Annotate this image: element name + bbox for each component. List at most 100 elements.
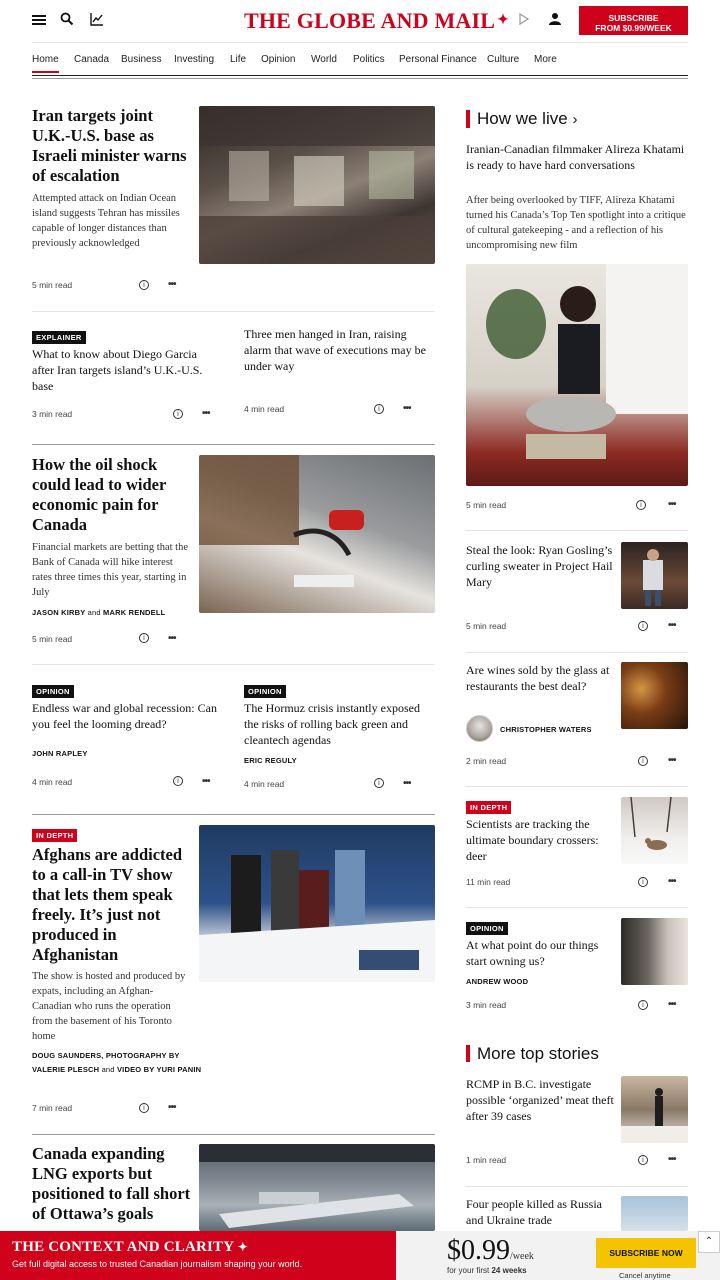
story-title[interactable]: What to know about Diego Garcia after Ir… <box>32 346 214 394</box>
read-time: 3 min read <box>466 1000 507 1010</box>
more-options-icon[interactable]: ••• <box>668 756 676 766</box>
nav-item-culture[interactable]: Culture <box>487 54 519 65</box>
info-icon[interactable]: i <box>374 404 384 414</box>
nav-item-opinion[interactable]: Opinion <box>261 54 295 65</box>
more-options-icon[interactable]: ••• <box>668 1000 676 1010</box>
chart-icon[interactable] <box>90 12 108 30</box>
more-options-icon[interactable]: ••• <box>668 500 676 510</box>
more-options-icon[interactable]: ••• <box>403 779 411 789</box>
more-options-icon[interactable]: ••• <box>403 404 411 414</box>
chevron-up-icon[interactable]: ⌃ <box>698 1231 720 1253</box>
info-icon[interactable]: i <box>173 409 183 419</box>
author-name[interactable]: CHRISTOPHER WATERS <box>500 723 592 737</box>
search-icon[interactable] <box>60 12 78 30</box>
story-title[interactable]: The Hormuz crisis instantly exposed the … <box>244 700 429 748</box>
story-title[interactable]: Afghans are addicted to a call-in TV sho… <box>32 845 192 965</box>
user-icon[interactable] <box>548 12 566 30</box>
info-icon[interactable]: i <box>638 1155 648 1165</box>
story-image[interactable] <box>199 106 435 264</box>
nav-item-politics[interactable]: Politics <box>353 54 385 65</box>
more-options-icon[interactable]: ••• <box>168 634 176 644</box>
subscription-promo-bar: THE CONTEXT AND CLARITY ✦ Get full digit… <box>0 1231 720 1280</box>
author-name[interactable]: JASON KIRBY <box>32 608 85 617</box>
info-icon[interactable]: i <box>638 621 648 631</box>
info-icon[interactable]: i <box>638 756 648 766</box>
subscribe-button[interactable]: SUBSCRIBE FROM $0.99/WEEK <box>579 6 688 35</box>
story-title[interactable]: Are wines sold by the glass at restauran… <box>466 662 614 694</box>
story-image[interactable] <box>199 825 435 982</box>
story-image[interactable] <box>199 1144 435 1231</box>
chevron-right-icon: › <box>572 111 578 128</box>
story-title[interactable]: How the oil shock could lead to wider ec… <box>32 455 192 535</box>
play-icon[interactable] <box>518 12 536 30</box>
story-title[interactable]: Four people killed as Russia and Ukraine… <box>466 1196 614 1228</box>
author-name[interactable]: MARK RENDELL <box>103 608 165 617</box>
section-header-more-top-stories[interactable]: More top stories <box>466 1045 599 1062</box>
story-image[interactable] <box>199 455 435 613</box>
info-icon[interactable]: i <box>638 877 648 887</box>
more-options-icon[interactable]: ••• <box>668 621 676 631</box>
info-icon[interactable]: i <box>173 776 183 786</box>
site-logo[interactable]: THE GLOBE AND MAIL ✦ <box>244 8 509 34</box>
section-header-how-we-live[interactable]: How we live › <box>466 110 577 128</box>
label-opinion: OPINION <box>466 922 508 935</box>
divider <box>32 1134 435 1135</box>
nav-item-life[interactable]: Life <box>230 54 246 65</box>
story-title[interactable]: Iranian-Canadian filmmaker Alireza Khata… <box>466 141 686 173</box>
story-byline[interactable]: JASON KIRBY and MARK RENDELL <box>32 606 165 620</box>
author-name[interactable]: JOHN RAPLEY <box>32 747 88 761</box>
nav-item-investing[interactable]: Investing <box>174 54 214 65</box>
story-thumbnail[interactable] <box>621 1196 688 1231</box>
nav-item-world[interactable]: World <box>311 54 337 65</box>
story-thumbnail[interactable] <box>621 662 688 729</box>
info-icon[interactable]: i <box>636 500 646 510</box>
author-name[interactable]: DOUG SAUNDERS <box>32 1051 101 1060</box>
info-icon[interactable]: i <box>638 1000 648 1010</box>
story-title[interactable]: Endless war and global recession: Can yo… <box>32 700 217 732</box>
more-options-icon[interactable]: ••• <box>668 877 676 887</box>
nav-item-personal-finance[interactable]: Personal Finance <box>399 54 477 65</box>
info-icon[interactable]: i <box>139 633 149 643</box>
info-icon[interactable]: i <box>139 1103 149 1113</box>
story-thumbnail[interactable] <box>621 1076 688 1143</box>
more-options-icon[interactable]: ••• <box>668 1155 676 1165</box>
more-options-icon[interactable]: ••• <box>202 777 210 787</box>
nav-item-more[interactable]: More <box>534 54 557 65</box>
author-name[interactable]: ANDREW WOOD <box>466 975 528 989</box>
byline-text: , PHOTOGRAPHY BY <box>101 1051 180 1060</box>
story-thumbnail[interactable] <box>621 542 688 609</box>
nav-item-business[interactable]: Business <box>121 54 162 65</box>
info-icon[interactable]: i <box>139 280 149 290</box>
story-image[interactable] <box>466 264 688 486</box>
story-thumbnail[interactable] <box>621 918 688 985</box>
label-opinion: OPINION <box>244 685 286 698</box>
author-name[interactable]: PANIN <box>177 1065 201 1074</box>
divider <box>32 664 435 665</box>
hamburger-menu-icon[interactable] <box>32 12 50 30</box>
author-name[interactable]: VALERIE PLESCH <box>32 1065 99 1074</box>
read-time: 1 min read <box>466 1155 507 1165</box>
story-title[interactable]: Iran targets joint U.K.-U.S. base as Isr… <box>32 106 192 186</box>
story-thumbnail[interactable] <box>621 797 688 864</box>
story-byline[interactable]: DOUG SAUNDERS, PHOTOGRAPHY BY VALERIE PL… <box>32 1049 202 1076</box>
more-options-icon[interactable]: ••• <box>168 1103 176 1113</box>
story-title[interactable]: RCMP in B.C. investigate possible ‘organ… <box>466 1076 614 1124</box>
story-title[interactable]: At what point do our things start owning… <box>466 937 614 969</box>
more-options-icon[interactable]: ••• <box>168 280 176 290</box>
read-time: 5 min read <box>32 280 73 290</box>
story-title[interactable]: Three men hanged in Iran, raising alarm … <box>244 326 429 374</box>
maple-leaf-icon: ✦ <box>497 13 510 28</box>
info-icon[interactable]: i <box>374 778 384 788</box>
more-options-icon[interactable]: ••• <box>202 409 210 419</box>
author-name[interactable]: ERIC REGULY <box>244 754 297 768</box>
subscribe-now-button[interactable]: SUBSCRIBE NOW <box>596 1238 696 1268</box>
story-title[interactable]: Steal the look: Ryan Gosling’s curling s… <box>466 542 614 590</box>
top-bar: THE GLOBE AND MAIL ✦ SUBSCRIBE FROM $0.99… <box>0 0 720 42</box>
story-title[interactable]: Canada expanding LNG exports but positio… <box>32 1144 192 1230</box>
promo-title-text: THE CONTEXT AND CLARITY <box>12 1239 234 1255</box>
promo-message[interactable]: THE CONTEXT AND CLARITY ✦ Get full digit… <box>0 1231 396 1280</box>
divider <box>32 311 435 312</box>
nav-item-home[interactable]: Home <box>32 54 59 73</box>
story-title[interactable]: Scientists are tracking the ultimate bou… <box>466 816 614 864</box>
nav-item-canada[interactable]: Canada <box>74 54 109 65</box>
